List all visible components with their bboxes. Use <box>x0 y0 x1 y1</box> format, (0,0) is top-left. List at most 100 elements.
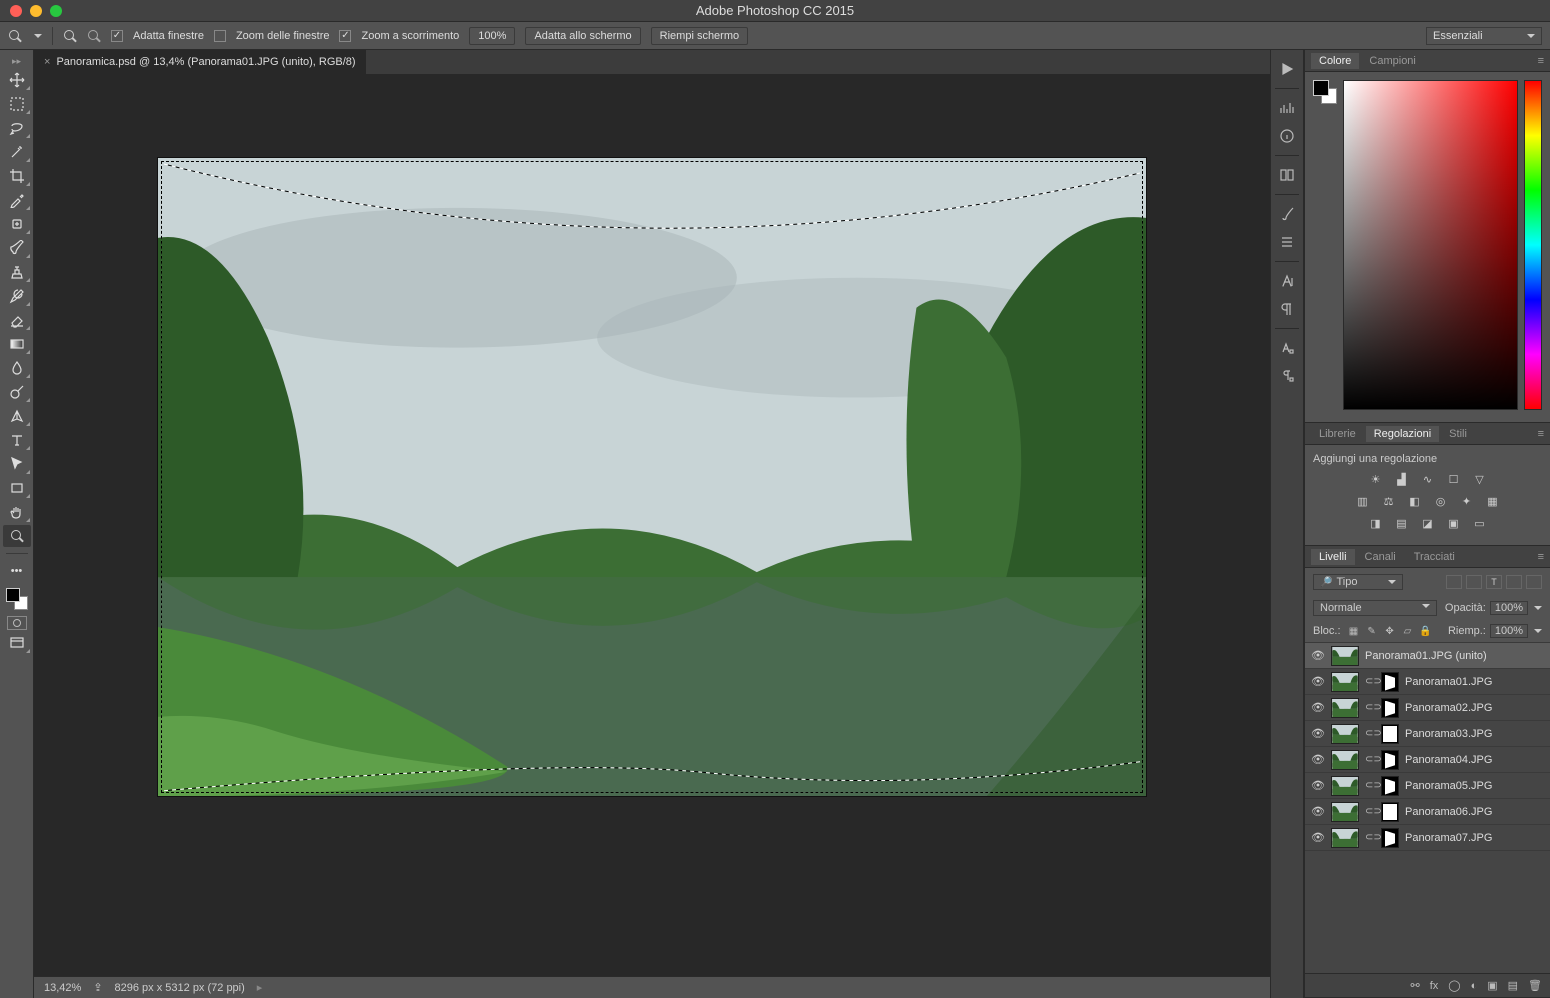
visibility-icon[interactable]: 👁 <box>1311 649 1325 663</box>
layer-name[interactable]: Panorama07.JPG <box>1405 832 1492 844</box>
layer-name[interactable]: Panorama01.JPG (unito) <box>1365 650 1487 662</box>
layer-thumb[interactable] <box>1331 776 1359 796</box>
hue-slider[interactable] <box>1524 80 1542 410</box>
swatches-tab[interactable]: Campioni <box>1361 53 1423 69</box>
brush-tool[interactable] <box>3 237 31 259</box>
character-styles-icon[interactable] <box>1275 337 1299 359</box>
layer-row[interactable]: 👁⊂⊃Panorama07.JPG <box>1305 825 1550 851</box>
link-layers-icon[interactable]: ⚯ <box>1410 979 1419 992</box>
layer-name[interactable]: Panorama04.JPG <box>1405 754 1492 766</box>
zoom-in-icon[interactable] <box>63 29 77 43</box>
magic-wand-tool[interactable] <box>3 141 31 163</box>
vibrance-icon[interactable]: ▽ <box>1471 471 1489 487</box>
layer-thumb[interactable] <box>1331 646 1359 666</box>
saturation-brightness-picker[interactable] <box>1343 80 1518 410</box>
threshold-icon[interactable]: ◪ <box>1419 515 1437 531</box>
channels-tab[interactable]: Canali <box>1357 549 1404 565</box>
photo-filter-icon[interactable]: ◎ <box>1432 493 1450 509</box>
paragraph-styles-icon[interactable] <box>1275 365 1299 387</box>
brightness-contrast-icon[interactable]: ☀ <box>1367 471 1385 487</box>
lock-transparency-icon[interactable]: ▦ <box>1347 624 1361 638</box>
layer-thumb[interactable] <box>1331 828 1359 848</box>
filter-smart-icon[interactable] <box>1526 575 1542 589</box>
zoom-windows-checkbox[interactable] <box>214 30 226 42</box>
visibility-icon[interactable]: 👁 <box>1311 675 1325 689</box>
visibility-icon[interactable]: 👁 <box>1311 701 1325 715</box>
new-group-icon[interactable]: ▣ <box>1487 979 1497 992</box>
opacity-value[interactable]: 100% <box>1490 601 1528 615</box>
fit-screen-button[interactable]: Adatta allo schermo <box>525 27 640 45</box>
gradient-tool[interactable] <box>3 333 31 355</box>
filter-shape-icon[interactable] <box>1506 575 1522 589</box>
panel-menu-icon[interactable]: ≡ <box>1538 428 1544 440</box>
selective-color-icon[interactable]: ▣ <box>1445 515 1463 531</box>
color-tab[interactable]: Colore <box>1311 53 1359 69</box>
canvas[interactable] <box>157 157 1147 797</box>
new-adjustment-icon[interactable]: ◐ <box>1471 980 1478 992</box>
layer-thumb[interactable] <box>1331 724 1359 744</box>
zoom-out-icon[interactable] <box>87 29 101 43</box>
posterize-icon[interactable]: ▤ <box>1393 515 1411 531</box>
layer-mask-thumb[interactable] <box>1381 828 1399 848</box>
layer-fx-icon[interactable]: fx <box>1430 980 1439 992</box>
type-tool[interactable] <box>3 429 31 451</box>
layer-row[interactable]: 👁⊂⊃Panorama03.JPG <box>1305 721 1550 747</box>
delete-layer-icon[interactable]: 🗑 <box>1528 979 1542 992</box>
lasso-tool[interactable] <box>3 117 31 139</box>
layer-name[interactable]: Panorama02.JPG <box>1405 702 1492 714</box>
layer-mask-thumb[interactable] <box>1381 750 1399 770</box>
properties-icon[interactable] <box>1275 164 1299 186</box>
filter-type-icon[interactable]: T <box>1486 575 1502 589</box>
layer-thumb[interactable] <box>1331 672 1359 692</box>
panel-menu-icon[interactable]: ≡ <box>1538 551 1544 563</box>
paths-tab[interactable]: Tracciati <box>1406 549 1463 565</box>
layer-name[interactable]: Panorama06.JPG <box>1405 806 1492 818</box>
layer-mask-thumb[interactable] <box>1381 672 1399 692</box>
add-mask-icon[interactable]: ◯ <box>1448 979 1460 992</box>
layer-row[interactable]: 👁⊂⊃Panorama01.JPG <box>1305 669 1550 695</box>
layer-mask-thumb[interactable] <box>1381 776 1399 796</box>
blur-tool[interactable] <box>3 357 31 379</box>
history-brush-tool[interactable] <box>3 285 31 307</box>
channel-mixer-icon[interactable]: ✦ <box>1458 493 1476 509</box>
exposure-icon[interactable]: ☐ <box>1445 471 1463 487</box>
layers-tab[interactable]: Livelli <box>1311 549 1355 565</box>
layer-row[interactable]: 👁 Panorama01.JPG (unito) <box>1305 643 1550 669</box>
bw-icon[interactable]: ◧ <box>1406 493 1424 509</box>
layer-thumb[interactable] <box>1331 698 1359 718</box>
canvas-holder[interactable] <box>34 74 1270 976</box>
paragraph-icon[interactable] <box>1275 298 1299 320</box>
play-icon[interactable] <box>1275 58 1299 80</box>
fill-value[interactable]: 100% <box>1490 624 1528 638</box>
libraries-tab[interactable]: Librerie <box>1311 426 1364 442</box>
document-tab[interactable]: × Panoramica.psd @ 13,4% (Panorama01.JPG… <box>34 50 366 74</box>
visibility-icon[interactable]: 👁 <box>1311 753 1325 767</box>
lock-pixels-icon[interactable]: ✎ <box>1365 624 1379 638</box>
filter-pixel-icon[interactable] <box>1446 575 1462 589</box>
visibility-icon[interactable]: 👁 <box>1311 727 1325 741</box>
panel-color-swatch[interactable] <box>1313 80 1337 104</box>
filter-adjustment-icon[interactable] <box>1466 575 1482 589</box>
info-icon[interactable] <box>1275 125 1299 147</box>
visibility-icon[interactable]: 👁 <box>1311 779 1325 793</box>
path-selection-tool[interactable] <box>3 453 31 475</box>
eraser-tool[interactable] <box>3 309 31 331</box>
panel-menu-icon[interactable]: ≡ <box>1538 55 1544 67</box>
hand-tool[interactable] <box>3 501 31 523</box>
levels-icon[interactable]: ▟ <box>1393 471 1411 487</box>
visibility-icon[interactable]: 👁 <box>1311 805 1325 819</box>
styles-tab[interactable]: Stili <box>1441 426 1475 442</box>
tool-preset-icon[interactable] <box>8 29 22 43</box>
brush-presets-icon[interactable] <box>1275 231 1299 253</box>
layer-name[interactable]: Panorama03.JPG <box>1405 728 1492 740</box>
layer-mask-thumb[interactable] <box>1381 802 1399 822</box>
lock-all-icon[interactable]: 🔒 <box>1419 624 1433 638</box>
layer-list[interactable]: 👁 Panorama01.JPG (unito) 👁⊂⊃Panorama01.JPG… <box>1305 643 1550 973</box>
layer-name[interactable]: Panorama01.JPG <box>1405 676 1492 688</box>
layer-row[interactable]: 👁⊂⊃Panorama05.JPG <box>1305 773 1550 799</box>
fill-screen-button[interactable]: Riempi schermo <box>651 27 748 45</box>
new-layer-icon[interactable]: ▤ <box>1508 979 1518 992</box>
histogram-icon[interactable] <box>1275 97 1299 119</box>
fit-windows-checkbox[interactable] <box>111 30 123 42</box>
color-swatches[interactable] <box>6 588 28 610</box>
